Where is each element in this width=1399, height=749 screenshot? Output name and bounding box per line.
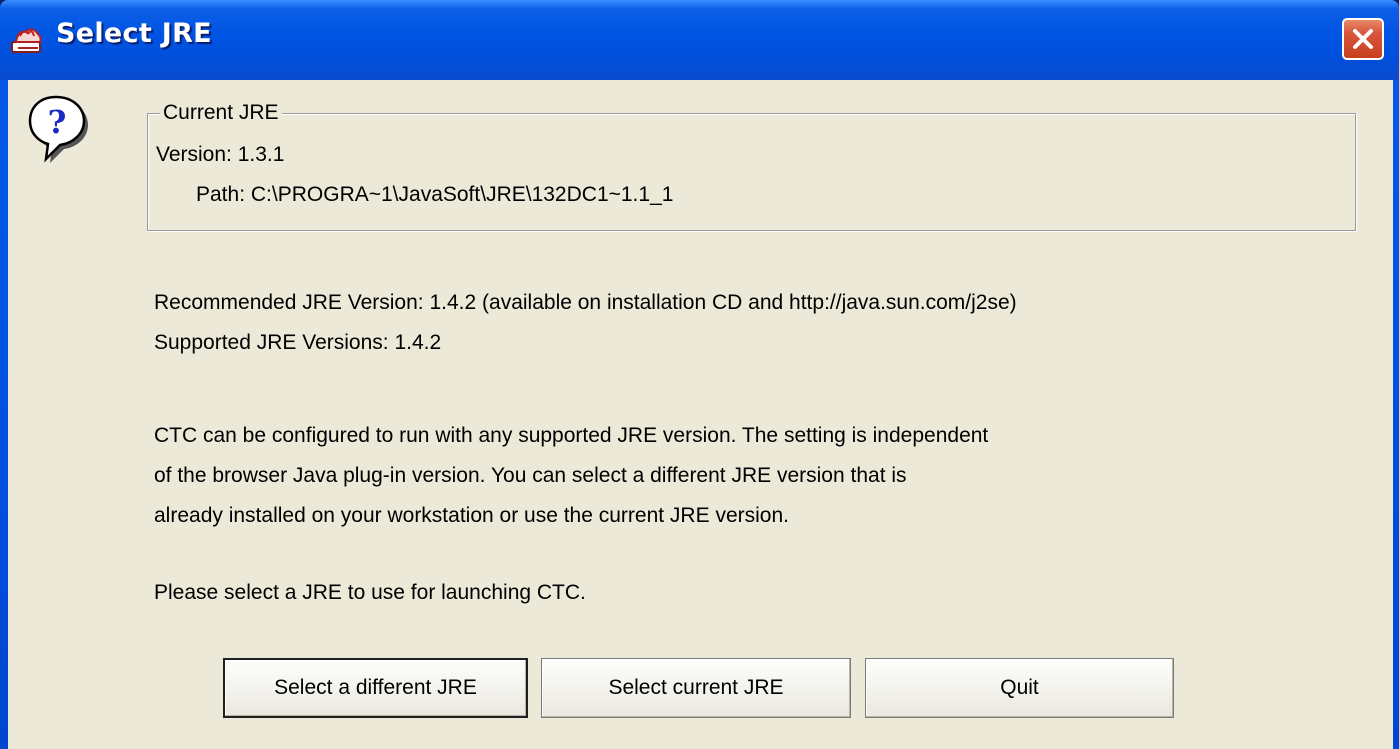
- current-jre-group: Current JRE Version: 1.3.1 Path: C:\PROG…: [147, 100, 1356, 231]
- description-line: of the browser Java plug-in version. You…: [154, 464, 907, 487]
- version-value: 1.3.1: [237, 143, 285, 166]
- select-prompt: Please select a JRE to use for launching…: [154, 581, 586, 604]
- svg-text:?: ?: [48, 103, 67, 141]
- supported-jre-line: Supported JRE Versions: 1.4.2: [154, 330, 441, 356]
- close-icon: [1353, 29, 1373, 49]
- supported-value: 1.4.2: [394, 331, 442, 354]
- close-button[interactable]: [1342, 18, 1384, 60]
- select-jre-dialog: Select JRE ? Current JRE Version: 1.3.1 …: [0, 0, 1399, 749]
- path-value: C:\PROGRA~1\JavaSoft\JRE\132DC1~1.1_1: [250, 183, 674, 206]
- recommended-label: Recommended JRE Version:: [154, 291, 424, 314]
- select-current-jre-button[interactable]: Select current JRE: [541, 658, 851, 718]
- recommended-value: 1.4.2 (available on installation CD and …: [429, 291, 1017, 314]
- java-app-icon: [10, 22, 46, 56]
- dialog-content: ? Current JRE Version: 1.3.1 Path: C:\PR…: [8, 80, 1393, 749]
- path-label: Path:: [196, 183, 246, 206]
- path-row: Path: C:\PROGRA~1\JavaSoft\JRE\132DC1~1.…: [196, 182, 673, 208]
- select-different-jre-button[interactable]: Select a different JRE: [223, 658, 528, 718]
- quit-button[interactable]: Quit: [865, 658, 1174, 718]
- title-bar[interactable]: Select JRE: [0, 0, 1399, 80]
- description-line: already installed on your workstation or…: [154, 504, 789, 527]
- supported-label: Supported JRE Versions:: [154, 331, 389, 354]
- version-row: Version: 1.3.1: [156, 142, 284, 168]
- description-line: CTC can be configured to run with any su…: [154, 424, 989, 447]
- window-title: Select JRE: [56, 18, 212, 49]
- question-icon: ?: [26, 93, 90, 163]
- version-label: Version:: [156, 143, 232, 166]
- current-jre-group-title: Current JRE: [160, 100, 282, 126]
- recommended-jre-line: Recommended JRE Version: 1.4.2 (availabl…: [154, 290, 1017, 316]
